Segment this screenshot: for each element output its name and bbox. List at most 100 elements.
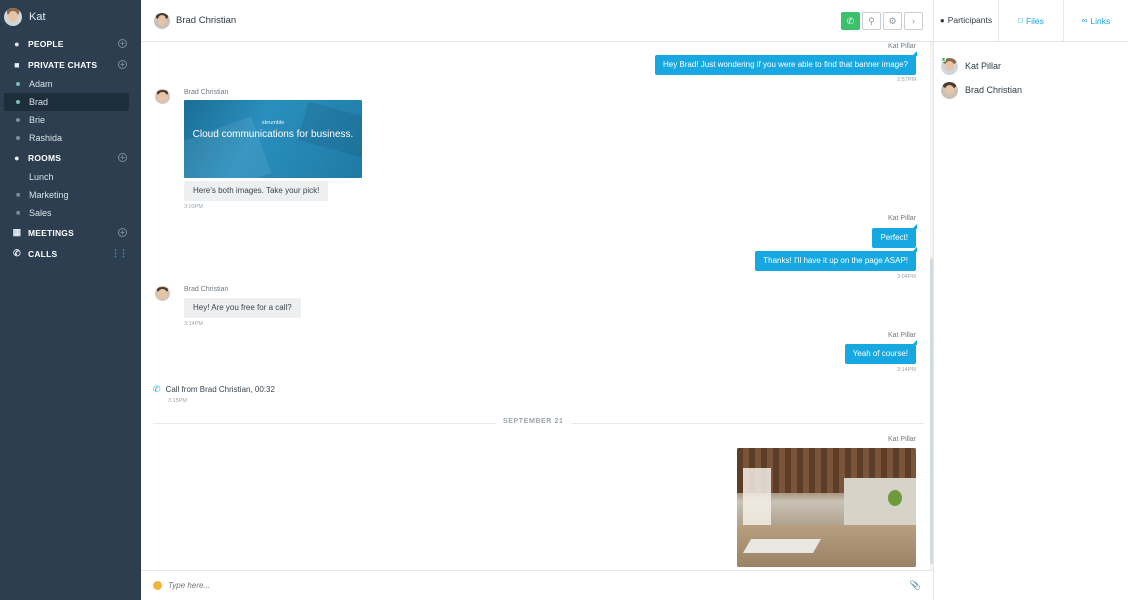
- message-bubble: Yeah of course!: [844, 340, 918, 364]
- sidebar-item-sales[interactable]: ■ Sales: [4, 204, 129, 222]
- gear-icon: ⚙: [888, 15, 897, 26]
- section-label: CALLS: [28, 248, 58, 259]
- attachment-icon[interactable]: 📎: [910, 580, 921, 591]
- sidebar-item-lunch[interactable]: Lunch: [4, 168, 129, 186]
- emoji-icon[interactable]: [153, 581, 162, 590]
- sidebar-item-brad[interactable]: Brad: [4, 93, 129, 111]
- section-label: PRIVATE CHATS: [28, 59, 98, 70]
- participant-item[interactable]: Kat Pillar: [934, 54, 1128, 78]
- section-label: PEOPLE: [28, 38, 64, 49]
- group-icon: ●: [14, 152, 20, 163]
- message-bubble: Thanks! I'll have it up on the page ASAP…: [755, 247, 917, 271]
- section-label: ROOMS: [28, 152, 62, 163]
- phone-icon: ✆: [846, 15, 855, 26]
- tab-links[interactable]: ∞ Links: [1063, 0, 1128, 41]
- message-bubble: Perfect!: [872, 224, 917, 248]
- sidebar-item-label: Brad: [29, 97, 49, 107]
- link-icon: ∞: [1081, 16, 1088, 25]
- message-sender: Kat Pillar: [887, 436, 916, 443]
- message-time: 3:04PM: [897, 274, 916, 280]
- brand-logo: skrumble: [261, 120, 285, 126]
- sidebar-item-label: Marketing: [29, 190, 69, 200]
- section-calls[interactable]: ✆ CALLS ⋮⋮: [0, 243, 141, 264]
- search-icon: ⚲: [868, 15, 875, 26]
- message-input[interactable]: [168, 581, 868, 590]
- message-time: 3:14PM: [897, 367, 916, 373]
- message-sender: Brad Christian: [184, 286, 229, 293]
- message-sender: Kat Pillar: [887, 215, 916, 222]
- office-photo[interactable]: [737, 448, 916, 567]
- right-panel: ● Participants □ Files ∞ Links Kat Pillar B…: [933, 0, 1128, 600]
- chevron-right-icon: ›: [912, 16, 915, 26]
- banner-tagline: Cloud communications for business.: [192, 129, 354, 140]
- call-log-text: Call from Brad Christian, 00:32: [165, 385, 275, 394]
- participant-name: Kat Pillar: [965, 61, 1002, 71]
- add-room-icon[interactable]: +: [118, 153, 127, 162]
- calendar-icon: ▦: [12, 227, 22, 237]
- composer: 📎: [141, 570, 933, 600]
- sidebar-item-label: Brie: [29, 115, 46, 125]
- banner-image[interactable]: skrumble Cloud communications for busine…: [184, 100, 362, 178]
- section-private-chats[interactable]: ■ PRIVATE CHATS +: [0, 54, 141, 75]
- sender-avatar: [155, 286, 170, 301]
- date-divider: SEPTEMBER 21: [496, 418, 571, 425]
- section-meetings[interactable]: ▦ MEETINGS +: [0, 222, 141, 243]
- sender-avatar: [155, 89, 170, 104]
- message-time: 3:15PM: [168, 398, 187, 404]
- app-window: Kat ● PEOPLE + ■ PRIVATE CHATS + Adam Br…: [0, 0, 1128, 600]
- settings-button[interactable]: ⚙: [883, 12, 902, 30]
- section-rooms[interactable]: ● ROOMS +: [0, 147, 141, 168]
- user-avatar[interactable]: [4, 7, 22, 26]
- chat-bubbles-icon: ■: [14, 59, 20, 70]
- section-people[interactable]: ● PEOPLE +: [0, 33, 141, 54]
- add-chat-icon[interactable]: +: [118, 60, 127, 69]
- search-button[interactable]: ⚲: [862, 12, 881, 30]
- header-actions: ✆ ⚲ ⚙ ›: [841, 12, 923, 30]
- tab-participants[interactable]: ● Participants: [934, 0, 998, 41]
- participant-avatar: [941, 81, 958, 99]
- right-panel-tabs: ● Participants □ Files ∞ Links: [934, 0, 1128, 42]
- call-log: ✆ Call from Brad Christian, 00:32: [153, 384, 275, 395]
- status-dot: [16, 136, 20, 140]
- chat-title: Brad Christian: [176, 15, 237, 26]
- message-bubble: Here's both images. Take your pick!: [184, 181, 329, 201]
- message-time: 2:57PM: [897, 77, 916, 83]
- current-user[interactable]: Kat: [0, 0, 141, 33]
- online-status-dot: [941, 57, 946, 62]
- chat-header: Brad Christian ✆ ⚲ ⚙ ›: [141, 0, 933, 42]
- tab-label: Files: [1025, 15, 1044, 26]
- message-bubble: Hey Brad! Just wondering if you were abl…: [654, 51, 918, 75]
- phone-icon: ✆: [13, 248, 21, 258]
- sidebar-item-marketing[interactable]: ■ Marketing: [4, 186, 129, 204]
- files-icon: □: [1018, 16, 1023, 25]
- user-name: Kat: [29, 10, 46, 23]
- sidebar-item-label: Rashida: [29, 133, 63, 143]
- message-bubble: Hey! Are you free for a call?: [184, 298, 301, 318]
- sidebar-item-label: Lunch: [29, 172, 54, 182]
- tab-label: Participants: [947, 15, 993, 25]
- person-icon: ●: [14, 38, 20, 49]
- status-dot: [16, 118, 20, 122]
- message-sender: Brad Christian: [184, 89, 229, 96]
- message-time: 3:03PM: [184, 204, 203, 210]
- call-button[interactable]: ✆: [841, 12, 860, 30]
- status-dot: [16, 100, 20, 104]
- sidebar-item-label: Adam: [29, 79, 53, 89]
- add-meeting-icon[interactable]: +: [118, 228, 127, 237]
- dialpad-icon[interactable]: ⋮⋮: [111, 248, 128, 259]
- tab-files[interactable]: □ Files: [998, 0, 1063, 41]
- sidebar-item-adam[interactable]: Adam: [4, 75, 129, 93]
- add-people-icon[interactable]: +: [118, 39, 127, 48]
- phone-icon: ✆: [153, 384, 161, 394]
- sidebar-item-brie[interactable]: Brie: [4, 111, 129, 129]
- contact-avatar: [154, 12, 170, 29]
- sidebar: Kat ● PEOPLE + ■ PRIVATE CHATS + Adam Br…: [0, 0, 141, 600]
- expand-button[interactable]: ›: [904, 12, 923, 30]
- participant-item[interactable]: Brad Christian: [934, 78, 1128, 102]
- sidebar-item-rashida[interactable]: Rashida: [4, 129, 129, 147]
- participant-name: Brad Christian: [965, 85, 1023, 95]
- message-time: 3:14PM: [184, 321, 203, 327]
- message-sender: Kat Pillar: [887, 332, 916, 339]
- message-list[interactable]: Kat Pillar Hey Brad! Just wondering if y…: [141, 42, 933, 570]
